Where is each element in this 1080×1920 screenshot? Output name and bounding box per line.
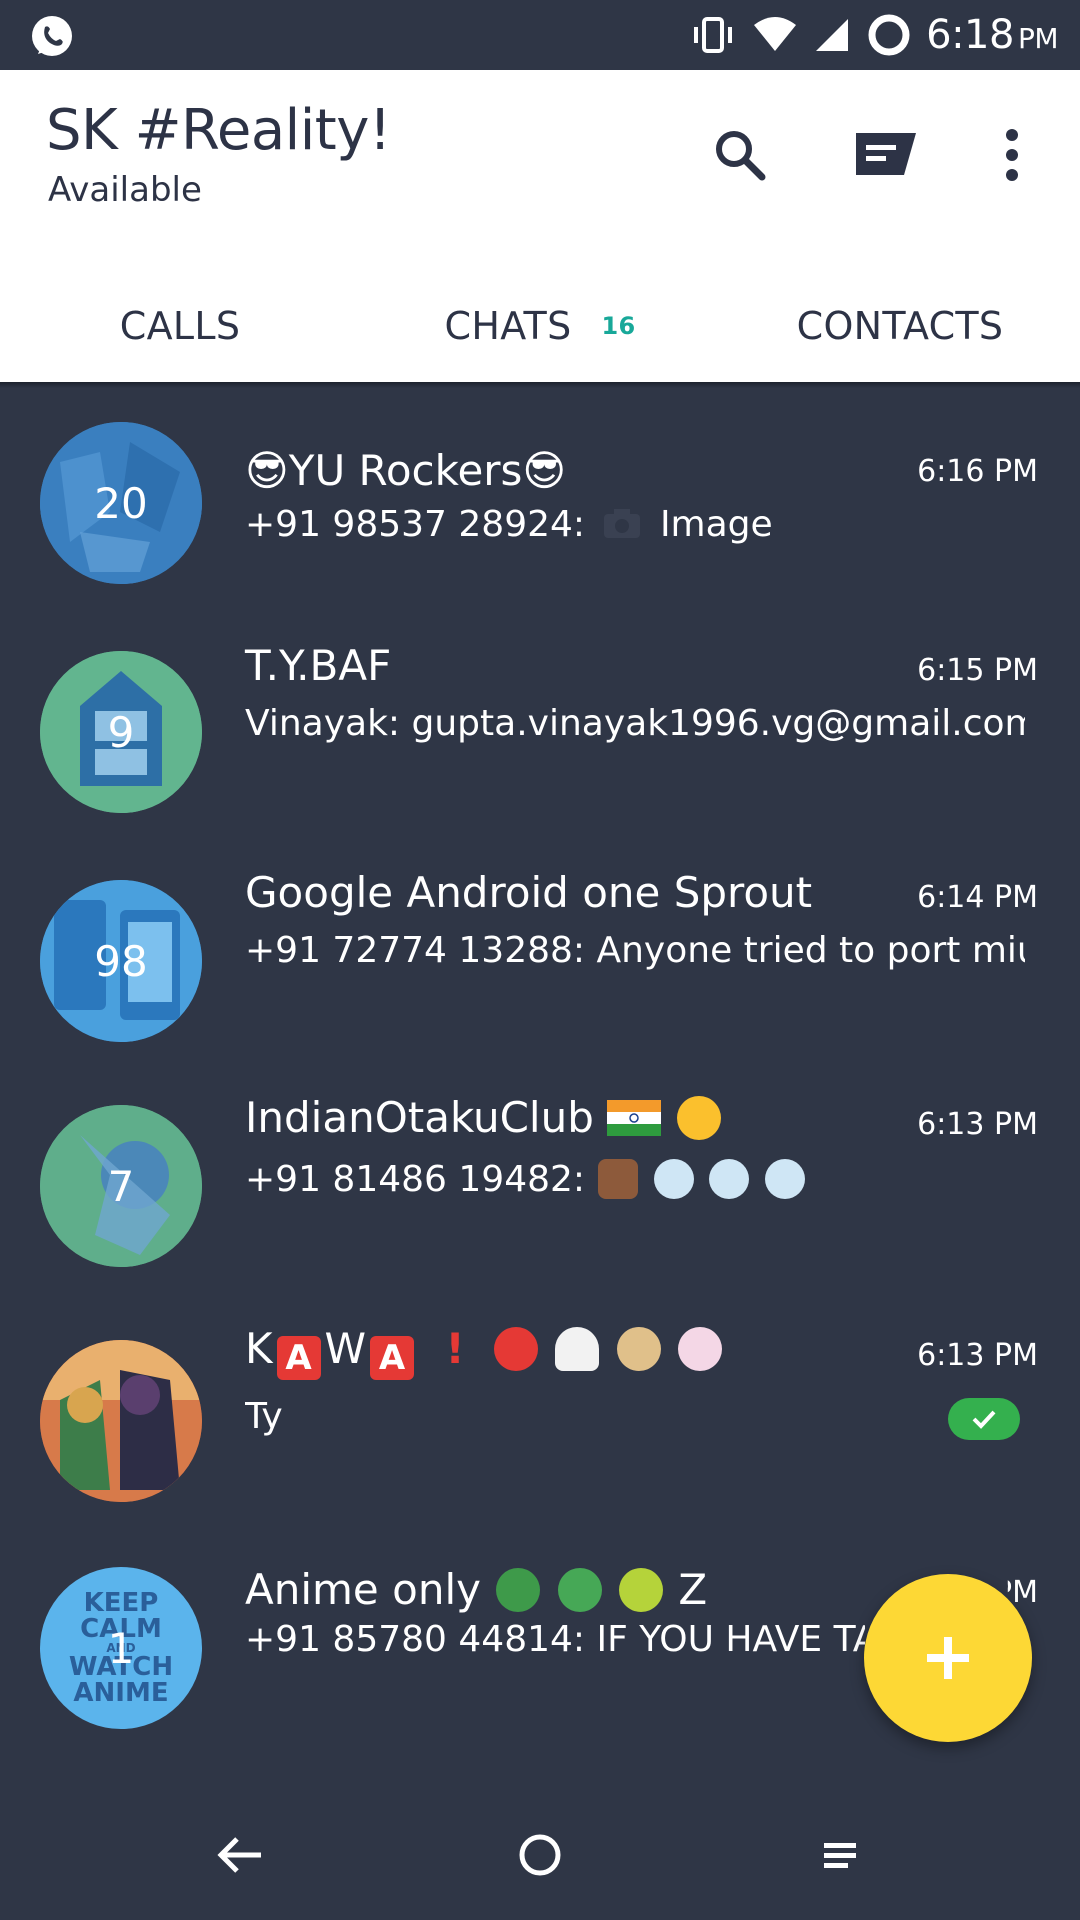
avatar: 9	[40, 651, 202, 813]
tennis-ball-emoji-icon	[619, 1568, 664, 1612]
plus-icon	[927, 1637, 969, 1679]
clock: 6:18 PM	[926, 12, 1058, 58]
chat-row[interactable]: 98 Google Android one Sprout 6:14 PM +91…	[0, 848, 1080, 1077]
noodle-bowl-emoji-icon	[616, 1327, 661, 1371]
chat-time: 6:13 PM	[917, 1338, 1038, 1373]
vibrate-icon	[694, 17, 733, 53]
app-header: SK #Reality! Available CALLS CHATS 16 CON…	[0, 70, 1080, 382]
recents-icon[interactable]	[805, 1820, 875, 1890]
unread-count: 7	[107, 1161, 135, 1211]
chat-preview: Vinayak: gupta.vinayak1996.vg@gmail.com	[245, 703, 1025, 744]
muted-toggle[interactable]	[948, 1398, 1020, 1440]
signal-icon	[816, 19, 849, 51]
rice-ball-emoji-icon	[555, 1327, 600, 1371]
exclamation-emoji-icon: !	[445, 1324, 465, 1373]
system-nav-bar	[0, 1780, 1080, 1920]
chat-time: 6:14 PM	[917, 880, 1038, 915]
horse-racing-emoji-icon	[598, 1159, 639, 1199]
avatar: 20	[40, 422, 202, 584]
status-icons: 6:18 PM	[688, 0, 1059, 70]
unread-count: 98	[94, 936, 148, 986]
unread-count: 20	[94, 478, 148, 528]
chat-name: T.Y.BAF	[245, 641, 392, 690]
camera-icon	[604, 509, 641, 538]
tab-bar: CALLS CHATS 16 CONTACTS	[0, 270, 1080, 382]
dash-emoji-icon	[764, 1159, 805, 1199]
dragon-emoji-icon	[557, 1568, 602, 1612]
chat-time: 6:13 PM	[917, 1107, 1038, 1142]
home-icon[interactable]	[505, 1820, 575, 1890]
tab-calls[interactable]: CALLS	[0, 270, 360, 382]
header-shadow	[0, 382, 1080, 388]
avatar	[40, 1340, 202, 1502]
chat-time: 6:15 PM	[917, 653, 1038, 688]
tab-chats[interactable]: CHATS 16	[360, 270, 720, 382]
back-icon[interactable]	[205, 1820, 275, 1890]
chat-row[interactable]: 20 😎YU Rockers😎 6:16 PM +91 98537 28924:…	[0, 390, 1080, 619]
unread-count: 1	[107, 1623, 135, 1673]
chat-name: 😎YU Rockers😎	[245, 446, 567, 495]
chat-row[interactable]: 7 IndianOtakuClub 6:13 PM +91 81486 1948…	[0, 1077, 1080, 1306]
dash-emoji-icon	[709, 1159, 750, 1199]
chat-time: 6:16 PM	[917, 454, 1038, 489]
profile-name[interactable]: SK #Reality!	[46, 98, 391, 163]
battery-icon	[868, 14, 910, 56]
chat-name: KAWA !	[245, 1324, 724, 1380]
india-flag-icon	[607, 1100, 662, 1136]
new-message-icon[interactable]	[850, 120, 920, 190]
whatsapp-icon	[32, 16, 72, 56]
chat-row[interactable]: 9 T.Y.BAF 6:15 PM Vinayak: gupta.vinayak…	[0, 619, 1080, 848]
tab-contacts[interactable]: CONTACTS	[720, 270, 1080, 382]
status-bar: 6:18 PM	[0, 0, 1080, 70]
chat-row[interactable]: KAWA ! 6:13 PM Ty	[0, 1306, 1080, 1535]
unread-count: 9	[107, 707, 135, 757]
dash-emoji-icon	[653, 1159, 694, 1199]
chat-list: 20 😎YU Rockers😎 6:16 PM +91 98537 28924:…	[0, 390, 1080, 1764]
new-chat-button[interactable]	[864, 1574, 1032, 1742]
heart-emoji-icon	[493, 1327, 538, 1371]
avatar-image	[40, 1340, 202, 1502]
chat-preview: +91 72774 13288: Anyone tried to port mi…	[245, 930, 1025, 971]
chat-name: Anime only Z	[245, 1565, 708, 1614]
fish-cake-emoji-icon	[678, 1327, 723, 1371]
chat-preview: +91 98537 28924: Image	[245, 504, 773, 545]
profile-status[interactable]: Available	[48, 170, 202, 210]
a-button-emoji-icon: A	[370, 1336, 415, 1380]
overflow-menu-icon[interactable]	[977, 120, 1047, 190]
avatar: 98	[40, 880, 202, 1042]
chat-name: Google Android one Sprout	[245, 868, 813, 917]
chat-preview: +91 81486 19482:	[245, 1159, 1025, 1200]
wifi-icon	[754, 17, 797, 51]
chat-preview: +91 85780 44814: IF YOU HAVE TATA	[245, 1619, 865, 1660]
dragon-emoji-icon	[496, 1568, 541, 1612]
chat-preview: Ty	[245, 1396, 283, 1437]
avatar: 7	[40, 1105, 202, 1267]
search-icon[interactable]	[705, 120, 775, 190]
chat-name: IndianOtakuClub	[245, 1093, 723, 1142]
check-icon	[972, 1410, 996, 1429]
smiling-halo-emoji-icon	[676, 1096, 721, 1140]
chats-count-badge: 16	[601, 312, 636, 340]
avatar: KEEP CALM AND WATCH ANIME 1	[40, 1567, 202, 1729]
a-button-emoji-icon: A	[276, 1336, 321, 1380]
